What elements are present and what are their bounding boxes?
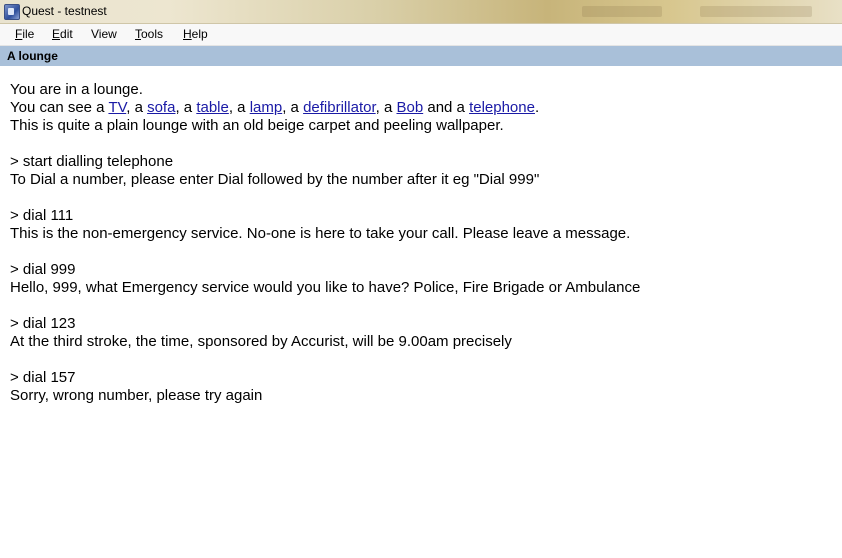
command-echo: > start dialling telephone xyxy=(10,153,174,170)
command-echo: > dial 999 xyxy=(10,261,76,278)
command-echo: > dial 123 xyxy=(10,315,76,332)
menu-help-accelerator: H xyxy=(183,27,192,41)
command-echo: > dial 157 xyxy=(10,369,76,386)
game-response: This is the non-emergency service. No-on… xyxy=(10,225,631,242)
quest-app-icon xyxy=(4,4,20,20)
object-link-lamp[interactable]: lamp xyxy=(250,99,283,116)
game-response: At the third stroke, the time, sponsored… xyxy=(10,333,512,350)
object-link-telephone[interactable]: telephone xyxy=(469,99,535,116)
menu-help-label: elp xyxy=(191,27,208,41)
quest-window: Quest - testnest File Edit View Tools He… xyxy=(0,0,842,558)
object-separator: , a xyxy=(175,99,197,116)
object-separator: , a xyxy=(375,99,397,116)
location-bar: A lounge xyxy=(0,46,842,66)
object-link-defibrillator[interactable]: defibrillator xyxy=(303,99,376,116)
game-output: You are in a lounge. You can see a TV, a… xyxy=(10,81,830,405)
menu-file[interactable]: File xyxy=(15,27,34,41)
object-link-bob[interactable]: Bob xyxy=(396,99,423,116)
room-intro-line: You are in a lounge. xyxy=(10,81,143,98)
menu-bar: File Edit View Tools Help xyxy=(0,24,842,46)
window-title: Quest - testnest xyxy=(22,4,107,18)
command-echo: > dial 111 xyxy=(10,207,74,224)
menu-help[interactable]: Help xyxy=(183,27,208,41)
object-separator: , a xyxy=(126,99,148,116)
background-window-ghost xyxy=(700,6,812,17)
title-bar[interactable]: Quest - testnest xyxy=(0,0,842,24)
background-window-ghost xyxy=(582,6,662,17)
object-link-table[interactable]: table xyxy=(196,99,229,116)
room-description: This is quite a plain lounge with an old… xyxy=(10,117,504,134)
menu-file-label: ile xyxy=(22,27,35,41)
menu-tools-label: ools xyxy=(141,27,164,41)
object-link-tv[interactable]: TV xyxy=(108,99,126,116)
game-response: Sorry, wrong number, please try again xyxy=(10,387,263,404)
menu-edit-label: dit xyxy=(60,27,73,41)
location-name: A lounge xyxy=(7,49,58,63)
game-response: Hello, 999, what Emergency service would… xyxy=(10,279,641,296)
menu-tools[interactable]: Tools xyxy=(135,27,163,41)
object-separator: , a xyxy=(282,99,304,116)
object-link-sofa[interactable]: sofa xyxy=(147,99,175,116)
menu-edit-accelerator: E xyxy=(52,27,61,41)
menu-edit[interactable]: Edit xyxy=(52,27,73,41)
visible-objects-prefix: You can see a xyxy=(10,99,109,116)
object-separator-and: and a xyxy=(423,99,470,116)
sentence-period: . xyxy=(534,99,540,116)
visible-objects-line: You can see a TV, a sofa, a table, a lam… xyxy=(10,99,830,117)
game-response: To Dial a number, please enter Dial foll… xyxy=(10,171,540,188)
menu-view[interactable]: View xyxy=(91,27,117,41)
object-separator: , a xyxy=(228,99,250,116)
